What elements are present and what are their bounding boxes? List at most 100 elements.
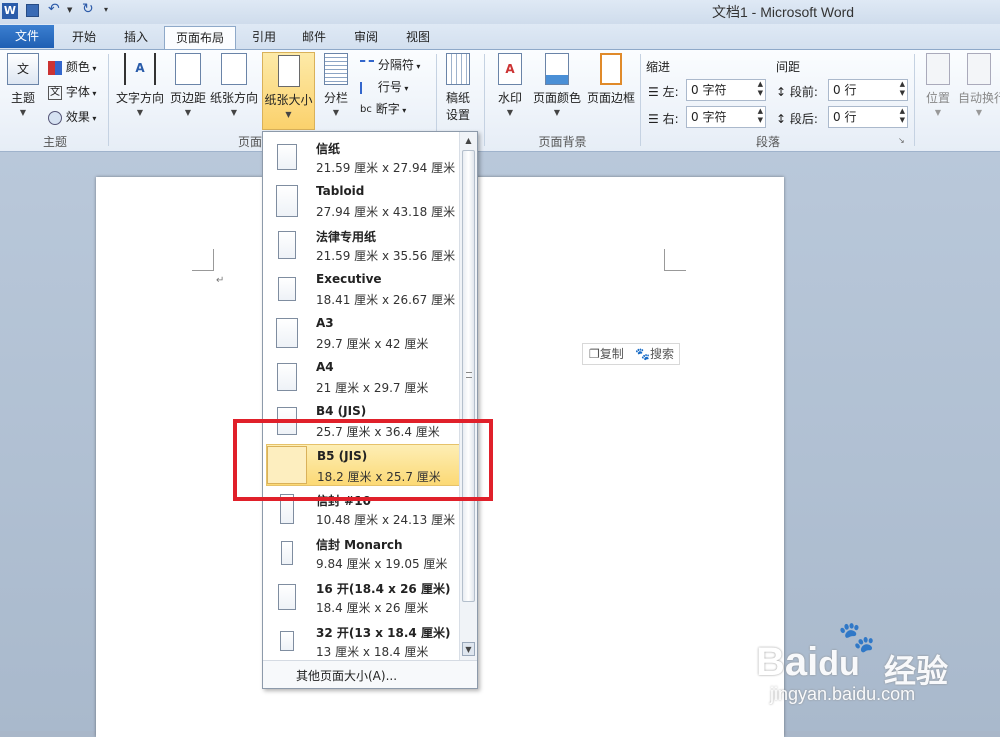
paper-size-dimensions: 18.41 厘米 x 26.67 厘米	[316, 293, 456, 307]
scroll-grip-icon	[466, 372, 472, 378]
dropdown-scrollbar[interactable]: ▲ ▼	[459, 132, 477, 660]
paper-size-thumbnail-icon	[277, 363, 297, 391]
paper-size-option[interactable]: 16 开(18.4 x 26 厘米) 18.4 厘米 x 26 厘米	[266, 576, 461, 618]
paper-size-thumbnail-icon	[278, 584, 296, 610]
paper-size-thumbnail-icon	[278, 277, 296, 301]
hyphenation-label: 断字	[375, 102, 400, 116]
page-color-label: 页面颜色	[532, 91, 581, 105]
tab-mailings[interactable]: 邮件	[292, 26, 336, 49]
word-app-icon[interactable]: W	[2, 3, 18, 19]
size-button[interactable]: 纸张大小 ▼	[262, 52, 315, 130]
margins-button[interactable]: 页边距 ▼	[168, 53, 208, 117]
paper-size-option[interactable]: 信纸 21.59 厘米 x 27.94 厘米	[266, 136, 461, 178]
paper-size-name: Tabloid	[316, 184, 365, 198]
draft-settings-button[interactable]: 稿纸 设置	[440, 53, 476, 123]
tab-home[interactable]: 开始	[60, 26, 108, 49]
tab-file[interactable]: 文件	[0, 25, 54, 48]
more-paper-sizes-item[interactable]: 其他页面大小(A)...	[263, 660, 477, 688]
columns-button[interactable]: 分栏 ▼	[318, 53, 354, 117]
undo-icon[interactable]: ↶	[48, 1, 60, 17]
colors-button[interactable]: 颜色 ▾	[48, 58, 96, 75]
spacing-before-input[interactable]: 0 行 ▲ ▼	[828, 79, 908, 101]
indent-right-input[interactable]: 0 字符 ▲ ▼	[686, 106, 766, 128]
paper-size-option[interactable]: 32 开(13 x 18.4 厘米) 13 厘米 x 18.4 厘米	[266, 620, 461, 662]
watermark-brand: Baidu	[756, 640, 860, 684]
margin-corner-top-left	[192, 249, 214, 271]
orientation-button[interactable]: 纸张方向 ▼	[208, 53, 260, 117]
paper-size-option[interactable]: A3 29.7 厘米 x 42 厘米	[266, 312, 461, 354]
line-numbers-button[interactable]: 行号 ▾	[360, 78, 408, 95]
effects-label: 效果	[65, 110, 90, 124]
paper-size-name: 16 开(18.4 x 26 厘米)	[316, 582, 451, 596]
breaks-button[interactable]: 分隔符 ▾	[360, 56, 420, 73]
window-title: 文档1 - Microsoft Word	[712, 4, 855, 20]
save-icon[interactable]	[26, 4, 39, 17]
paper-size-thumbnail-icon	[281, 541, 293, 565]
paper-size-option[interactable]: Executive 18.41 厘米 x 26.67 厘米	[266, 268, 461, 310]
paper-size-option[interactable]: 信封 Monarch 9.84 厘米 x 19.05 厘米	[266, 532, 461, 574]
tab-references[interactable]: 引用	[242, 26, 286, 49]
indent-right-label: ☰ 右:	[648, 112, 679, 126]
position-button[interactable]: 位置 ▼	[918, 53, 958, 117]
paper-size-dimensions: 13 厘米 x 18.4 厘米	[316, 645, 429, 659]
spacing-after-label: ↕ 段后:	[776, 112, 818, 126]
copy-button[interactable]: ❐复制	[589, 344, 624, 364]
quick-access-customize-icon[interactable]: ▾	[104, 5, 108, 14]
paper-size-option[interactable]: 法律专用纸 21.59 厘米 x 35.56 厘米	[266, 224, 461, 266]
fonts-button[interactable]: 文 字体 ▾	[48, 83, 96, 100]
paper-size-dropdown: 信纸 21.59 厘米 x 27.94 厘米 Tabloid 27.94 厘米 x 4…	[262, 131, 478, 689]
theme-button[interactable]: 文 主题 ▼	[4, 53, 42, 117]
tab-insert[interactable]: 插入	[112, 26, 160, 49]
scroll-up-icon[interactable]: ▲	[462, 134, 475, 148]
scroll-down-icon[interactable]: ▼	[462, 642, 475, 656]
effects-icon	[48, 110, 62, 125]
effects-button[interactable]: 效果 ▾	[48, 108, 96, 125]
orientation-icon	[221, 53, 247, 85]
indent-right-icon: ☰	[648, 112, 659, 126]
annotation-highlight-box	[233, 419, 493, 501]
search-button[interactable]: 🐾搜索	[635, 344, 674, 364]
paragraph-dialog-launcher-icon[interactable]: ↘	[898, 136, 905, 145]
redo-icon[interactable]: ↻	[82, 1, 94, 17]
page-border-icon	[600, 53, 622, 85]
theme-label: 主题	[10, 91, 35, 105]
mini-toolbar: ❐复制 🐾搜索	[582, 343, 680, 365]
spacing-before-label: ↕ 段前:	[776, 85, 818, 99]
paper-size-thumbnail-icon	[276, 185, 298, 217]
paper-size-dimensions: 10.48 厘米 x 24.13 厘米	[316, 513, 456, 527]
paper-size-name: 32 开(13 x 18.4 厘米)	[316, 626, 451, 640]
paper-size-option[interactable]: Tabloid 27.94 厘米 x 43.18 厘米	[266, 180, 461, 222]
paper-size-name: A4	[316, 360, 334, 374]
copy-icon: ❐	[589, 347, 600, 361]
orientation-label: 纸张方向	[209, 91, 258, 105]
text-direction-button[interactable]: A 文字方向 ▼	[114, 53, 166, 117]
tab-page-layout[interactable]: 页面布局	[164, 26, 236, 49]
paper-size-name: 法律专用纸	[316, 230, 377, 244]
hyphenation-button[interactable]: bc 断字 ▾	[360, 100, 406, 117]
wrap-text-icon	[967, 53, 991, 85]
tab-view[interactable]: 视图	[396, 26, 440, 49]
paper-size-dimensions: 27.94 厘米 x 43.18 厘米	[316, 205, 456, 219]
theme-icon: 文	[7, 53, 39, 85]
spacing-after-input[interactable]: 0 行 ▲ ▼	[828, 106, 908, 128]
wrap-text-button[interactable]: 自动换行 ▼	[958, 53, 1000, 117]
page-border-button[interactable]: 页面边框	[584, 53, 638, 106]
watermark-button[interactable]: A 水印 ▼	[492, 53, 528, 117]
wrap-text-label: 自动换行	[958, 91, 1000, 105]
watermark-icon: A	[498, 53, 522, 85]
paper-size-dimensions: 29.7 厘米 x 42 厘米	[316, 337, 429, 351]
page-color-button[interactable]: 页面颜色 ▼	[530, 53, 584, 117]
tab-review[interactable]: 审阅	[344, 26, 388, 49]
watermark-label: 水印	[497, 91, 522, 105]
columns-icon	[324, 53, 348, 85]
paper-size-thumbnail-icon	[280, 631, 294, 651]
paper-size-thumbnail-icon	[277, 144, 297, 170]
colors-label: 颜色	[65, 60, 90, 74]
margins-icon	[175, 53, 201, 85]
paper-size-option[interactable]: A4 21 厘米 x 29.7 厘米	[266, 356, 461, 398]
indent-left-input[interactable]: 0 字符 ▲ ▼	[686, 79, 766, 101]
baidu-watermark: 🐾 Baidu 经验 jingyan.baidu.com	[756, 620, 996, 712]
size-label: 纸张大小	[264, 93, 313, 107]
undo-dropdown-icon[interactable]: ▼	[67, 6, 72, 14]
line-numbers-icon	[360, 81, 374, 94]
